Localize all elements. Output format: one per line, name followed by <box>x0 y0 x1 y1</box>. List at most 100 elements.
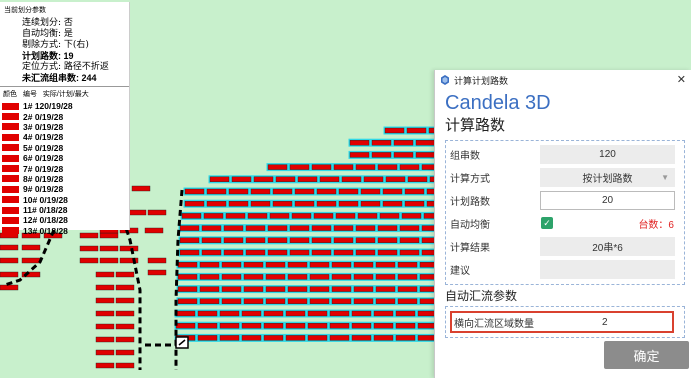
ok-button[interactable]: 确定 <box>604 341 689 369</box>
pv-panel <box>115 271 135 278</box>
string-label: 2# 0/19/28 <box>23 111 64 122</box>
pv-panel <box>231 176 252 183</box>
pv-panel <box>206 200 227 207</box>
pv-panel <box>355 225 376 231</box>
string-item: 7# 0/19/28 <box>0 163 129 174</box>
string-item: 13# 0/18/28 <box>0 226 129 236</box>
string-label: 5# 0/19/28 <box>23 142 64 153</box>
pv-panel <box>267 225 288 231</box>
pv-panel <box>79 245 99 252</box>
pv-panel <box>311 225 332 231</box>
pv-panel <box>294 188 315 195</box>
pv-panel <box>373 323 394 329</box>
method-value: 按计划路数 <box>582 173 633 185</box>
pv-panel <box>289 249 310 256</box>
pv-panel <box>241 310 262 317</box>
groups-value: 120 <box>540 144 675 164</box>
pv-panel <box>243 262 264 268</box>
pv-panel <box>385 176 406 183</box>
pv-panel <box>355 237 376 244</box>
region-count-row[interactable]: 横向汇流区域数量 2 <box>450 311 674 333</box>
pv-panel <box>177 298 198 304</box>
pv-panel <box>243 274 264 280</box>
pv-panel <box>245 225 266 231</box>
pv-panel <box>95 362 115 369</box>
string-item: 10# 0/19/28 <box>0 195 129 205</box>
pv-panel <box>275 176 296 183</box>
inverter-icon[interactable] <box>175 336 189 349</box>
pv-panel <box>175 323 196 329</box>
string-label: 8# 0/19/28 <box>23 173 64 184</box>
pv-panel <box>0 257 19 264</box>
pv-panel <box>144 227 164 234</box>
close-icon[interactable]: ✕ <box>677 73 686 86</box>
groups-label: 组串数 <box>450 150 480 162</box>
string-color-swatch <box>2 154 19 162</box>
pv-panel <box>263 310 284 317</box>
pv-panel <box>333 164 354 170</box>
pv-panel <box>177 274 198 280</box>
calc-form: 组串数 120 计算方式 按计划路数 ▼ 计划路数 20 自动均衡 ✓ 台数：6… <box>445 140 685 285</box>
pv-panel <box>404 200 425 207</box>
string-label: 7# 0/19/28 <box>23 163 64 174</box>
result-label: 计算结果 <box>450 242 490 254</box>
pv-panel <box>397 274 418 280</box>
pv-panel <box>371 152 392 158</box>
string-color-swatch <box>2 175 19 183</box>
pv-panel <box>331 298 352 304</box>
pv-panel <box>382 200 403 207</box>
plan-label: 计划路数 <box>450 196 490 208</box>
region-value[interactable]: 2 <box>602 317 608 328</box>
pv-panel <box>147 257 167 264</box>
pv-panel <box>399 225 420 231</box>
pv-panel <box>21 257 41 264</box>
pv-panel <box>115 310 135 317</box>
string-item: 8# 0/19/28 <box>0 174 129 184</box>
pv-panel <box>272 188 293 195</box>
pv-panel <box>265 286 286 292</box>
pv-panel <box>395 310 416 317</box>
pv-panel <box>99 245 119 252</box>
merge-form: 横向汇流区域数量 2 <box>445 306 685 338</box>
pv-panel <box>243 286 264 292</box>
pv-panel <box>329 310 350 317</box>
pv-panel <box>316 200 337 207</box>
string-item: 12# 0/18/28 <box>0 215 129 225</box>
pv-panel <box>291 213 312 219</box>
plan-input[interactable]: 20 <box>540 190 675 210</box>
pv-panel <box>287 262 308 268</box>
pv-panel <box>177 286 198 292</box>
pv-panel <box>355 249 376 256</box>
param-row: 计划路数: 19 <box>22 51 74 61</box>
pv-panel <box>333 249 354 256</box>
string-list-header: 颜色 编号 实际/计划/最大 <box>0 86 129 101</box>
pv-panel <box>329 323 350 329</box>
pv-panel <box>0 244 19 251</box>
pv-panel <box>0 271 19 278</box>
pv-panel <box>353 274 374 280</box>
pv-panel <box>311 237 332 244</box>
pv-panel <box>353 286 374 292</box>
header-id: 编号 <box>22 91 37 98</box>
string-item: 2# 0/19/28 <box>0 111 129 122</box>
pv-panel <box>131 185 151 192</box>
string-label: 12# 0/18/28 <box>23 215 68 226</box>
pv-panel <box>307 323 328 329</box>
pv-panel <box>401 213 422 219</box>
pv-panel <box>371 139 392 146</box>
header-ratio: 实际/计划/最大 <box>42 91 89 98</box>
pv-panel <box>357 213 378 219</box>
pv-panel <box>311 249 332 256</box>
pv-panel <box>219 310 240 317</box>
string-label: 11# 0/18/28 <box>23 205 68 216</box>
balance-checkbox[interactable]: ✓ <box>541 217 553 229</box>
pv-panel <box>331 274 352 280</box>
pv-panel <box>115 336 135 343</box>
method-select[interactable]: 按计划路数 ▼ <box>540 167 675 187</box>
string-label: 3# 0/19/28 <box>23 121 64 132</box>
pv-panel <box>309 274 330 280</box>
pv-panel <box>377 164 398 170</box>
pv-panel <box>221 286 242 292</box>
pv-panel <box>341 176 362 183</box>
pv-panel <box>201 225 222 231</box>
